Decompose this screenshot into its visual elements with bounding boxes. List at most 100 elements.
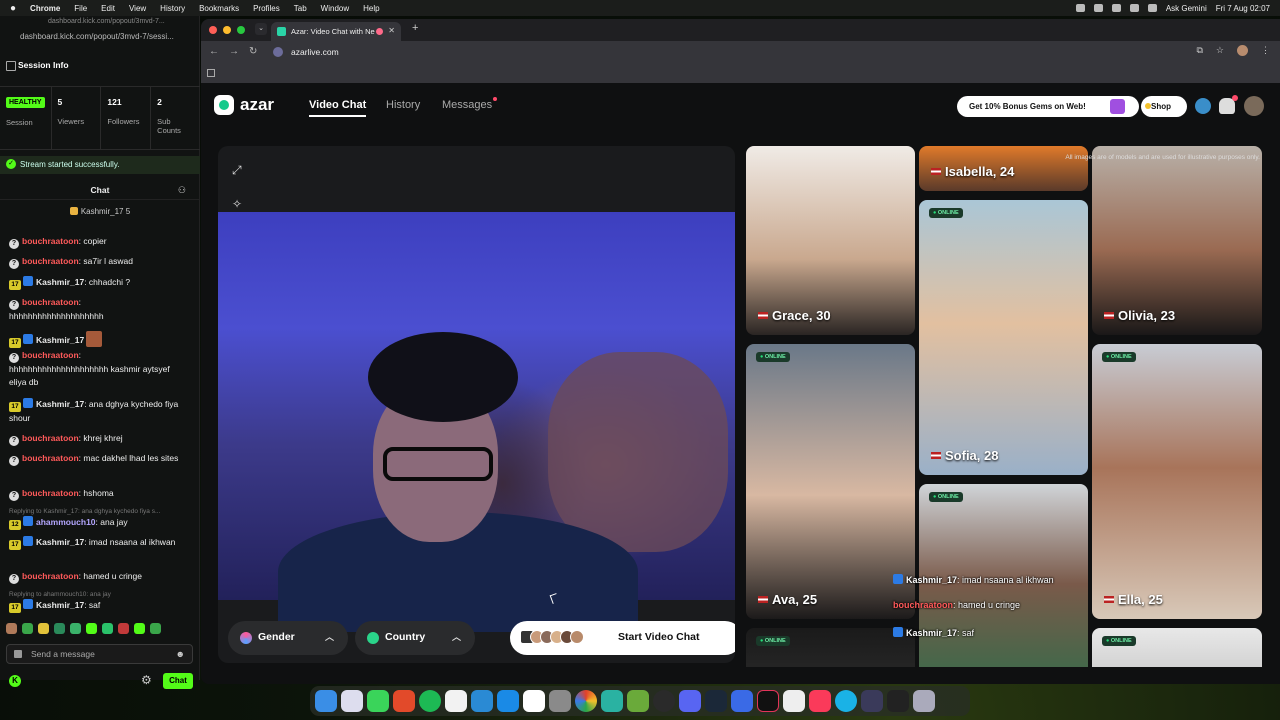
menubar-clock[interactable]: Fri 7 Aug 02:07 [1216, 4, 1270, 13]
app-icon[interactable] [835, 690, 857, 712]
notes-icon[interactable] [445, 690, 467, 712]
status-icon[interactable] [1111, 4, 1121, 12]
reload-icon[interactable]: ↻ [249, 46, 257, 57]
start-video-chat-button[interactable]: Start Video Chat [510, 621, 735, 655]
browser-tab-azar[interactable]: Azar: Video Chat with Ne ✕ [271, 22, 401, 41]
apple-icon[interactable]: ● [10, 3, 16, 14]
profile-card[interactable]: ONLINE Ella, 25 [1092, 344, 1262, 619]
chat-username[interactable]: bouchraatoon [22, 236, 79, 246]
tiktok-icon[interactable] [757, 690, 779, 712]
gender-filter-button[interactable]: Gender ︿ [228, 621, 348, 655]
app-icon[interactable] [627, 690, 649, 712]
chat-username[interactable]: Kashmir_17 [36, 537, 84, 547]
tab-search-icon[interactable]: ⌄ [255, 23, 267, 35]
menu-tab[interactable]: Tab [294, 4, 307, 13]
chat-username[interactable]: bouchraatoon [22, 297, 79, 307]
nav-video-chat[interactable]: Video Chat [309, 99, 367, 117]
gem-icon[interactable] [1195, 98, 1211, 114]
emote-icon[interactable] [118, 623, 129, 634]
menu-edit[interactable]: Edit [101, 4, 115, 13]
app-store-icon[interactable] [497, 690, 519, 712]
azar-logo[interactable]: azar [214, 95, 274, 115]
bonus-gems-promo-button[interactable]: Get 10% Bonus Gems on Web! [957, 96, 1139, 117]
freeform-icon[interactable] [471, 690, 493, 712]
nav-history[interactable]: History [386, 99, 420, 111]
spotify-icon[interactable] [419, 690, 441, 712]
emoji-picker-icon[interactable]: ☻ [176, 649, 185, 659]
chat-username[interactable]: bouchraatoon [22, 350, 79, 360]
chat-message-list[interactable]: ? bouchraatoon: copier ? bouchraatoon: sa7… [0, 221, 200, 616]
menu-profiles[interactable]: Profiles [253, 4, 280, 13]
chat-username[interactable]: bouchraatoon [22, 453, 79, 463]
notion-icon[interactable] [523, 690, 545, 712]
menu-file[interactable]: File [74, 4, 87, 13]
country-filter-button[interactable]: Country ︿ [355, 621, 475, 655]
profile-card[interactable]: Grace, 30 [746, 146, 915, 335]
browser-menu-icon[interactable]: ⋮ [1261, 45, 1270, 56]
chat-username[interactable]: bouchraatoon [22, 433, 79, 443]
magic-wand-icon[interactable]: ✧ [232, 197, 248, 213]
emote-icon[interactable] [6, 623, 17, 634]
menu-help[interactable]: Help [363, 4, 379, 13]
emote-icon[interactable] [134, 623, 145, 634]
chat-username[interactable]: ahammouch10 [36, 517, 96, 527]
profile-card[interactable]: Olivia, 23 [1092, 146, 1262, 335]
steam-icon[interactable] [705, 690, 727, 712]
bell-icon[interactable] [1219, 95, 1238, 114]
chat-username[interactable]: bouchraatoon [22, 256, 79, 266]
cast-icon[interactable]: ⧉ [1196, 45, 1202, 56]
shop-button[interactable]: Shop [1141, 96, 1187, 117]
menu-history[interactable]: History [160, 4, 185, 13]
menu-view[interactable]: View [129, 4, 146, 13]
menu-window[interactable]: Window [321, 4, 349, 13]
emote-icon[interactable] [86, 623, 97, 634]
discord-icon[interactable] [679, 690, 701, 712]
trash-icon[interactable] [913, 690, 935, 712]
minimize-window-button[interactable] [223, 26, 231, 34]
menu-app-name[interactable]: Chrome [30, 4, 60, 13]
status-icon[interactable] [1093, 4, 1103, 12]
chat-username[interactable]: bouchraatoon [22, 571, 79, 581]
chat-users-icon[interactable]: ⚇ [178, 185, 186, 196]
new-tab-button[interactable]: + [412, 22, 418, 34]
profile-card[interactable]: ONLINE Ava, 25 [746, 344, 915, 619]
emote-icon[interactable] [22, 623, 33, 634]
emote-icon[interactable] [150, 623, 161, 634]
chat-username[interactable]: bouchraatoon [22, 488, 79, 498]
app-icon[interactable] [601, 690, 623, 712]
site-info-icon[interactable] [273, 47, 283, 57]
system-settings-icon[interactable] [549, 690, 571, 712]
wifi-icon[interactable] [1129, 4, 1139, 12]
user-avatar[interactable] [1244, 96, 1264, 116]
chat-username[interactable]: Kashmir_17 [36, 277, 84, 287]
profile-card[interactable]: ONLINE Sofia, 28 [919, 200, 1088, 475]
url-field[interactable]: azarlive.com [267, 44, 1257, 60]
gear-icon[interactable]: ⚙ [141, 673, 152, 687]
chrome-icon[interactable] [575, 690, 597, 712]
zoom-window-button[interactable] [237, 26, 245, 34]
chat-username[interactable]: Kashmir_17 [36, 600, 84, 610]
control-center-icon[interactable] [1147, 4, 1157, 12]
apps-grid-icon[interactable] [207, 69, 215, 77]
capcut-icon[interactable] [783, 690, 805, 712]
nav-messages[interactable]: Messages [442, 97, 498, 111]
profile-card[interactable]: ONLINE [1092, 628, 1262, 667]
brave-icon[interactable] [393, 690, 415, 712]
chat-send-button[interactable]: Chat [163, 673, 193, 689]
ask-gemini[interactable]: Ask Gemini [1166, 4, 1207, 13]
close-tab-icon[interactable]: ✕ [388, 26, 395, 35]
obs-icon[interactable] [887, 690, 909, 712]
close-window-button[interactable] [209, 26, 217, 34]
forward-icon[interactable]: → [229, 46, 239, 57]
app-icon[interactable] [653, 690, 675, 712]
status-icon[interactable] [1075, 4, 1085, 12]
profile-card[interactable]: ONLINE [746, 628, 915, 667]
profile-card[interactable]: Isabella, 24 [919, 146, 1088, 191]
app-icon[interactable] [731, 690, 753, 712]
finder-icon[interactable] [315, 690, 337, 712]
chat-username[interactable]: Kashmir_17 [36, 399, 84, 409]
messages-icon[interactable] [367, 690, 389, 712]
emote-icon[interactable] [102, 623, 113, 634]
menu-bookmarks[interactable]: Bookmarks [199, 4, 239, 13]
kick-url[interactable]: dashboard.kick.com/popout/3mvd-7/sessi..… [0, 30, 199, 44]
